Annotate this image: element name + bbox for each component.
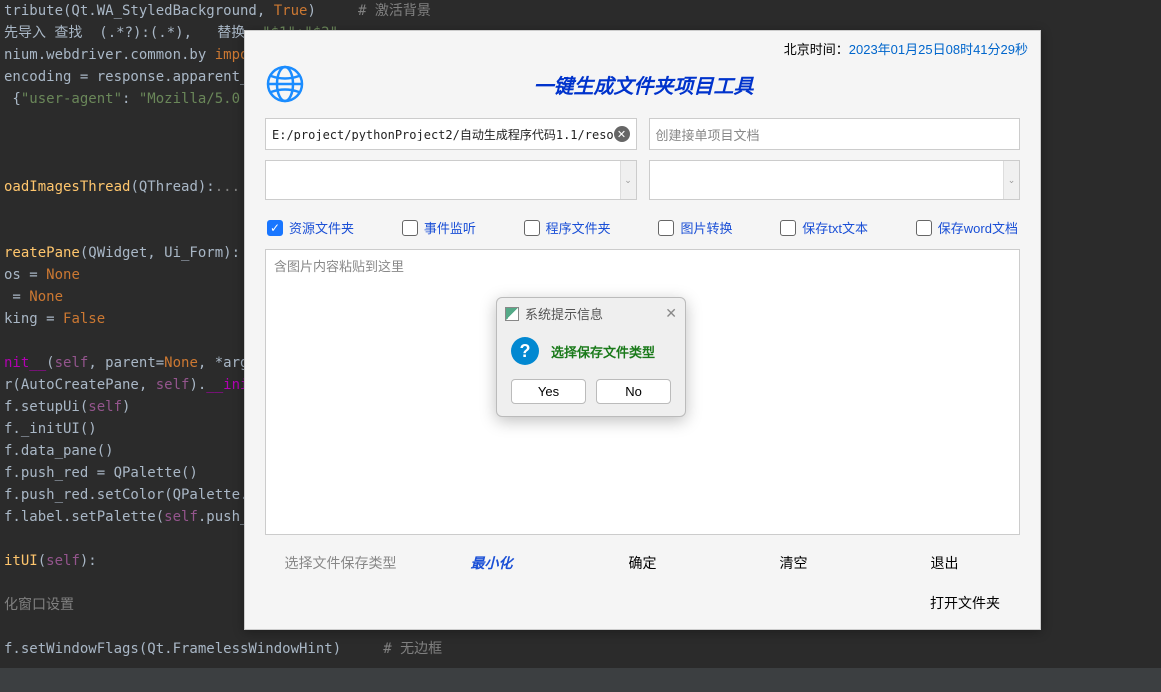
- dialog-body: ? 选择保存文件类型: [497, 329, 685, 375]
- header-time: 北京时间： 2023年01月25日08时41分29秒: [245, 31, 1040, 60]
- checkbox-box[interactable]: [658, 220, 674, 236]
- checkbox-2[interactable]: 程序文件夹: [524, 218, 611, 237]
- dialog-title: 系统提示信息: [525, 304, 603, 323]
- textarea-placeholder: 含图片内容粘贴到这里: [274, 259, 404, 274]
- confirm-button[interactable]: 确定: [567, 549, 718, 577]
- dialog-titlebar: 系统提示信息 ✕: [497, 298, 685, 329]
- checkbox-4[interactable]: 保存txt文本: [780, 218, 868, 237]
- question-icon: ?: [511, 337, 539, 365]
- minimize-button[interactable]: 最小化: [416, 549, 567, 577]
- checkbox-5[interactable]: 保存word文档: [916, 218, 1018, 237]
- bottom-row: 打开文件夹: [245, 583, 1040, 629]
- dialog-buttons: Yes No: [497, 375, 685, 416]
- checkbox-label: 事件监听: [424, 218, 476, 237]
- globe-icon: [265, 64, 305, 104]
- select-type-button[interactable]: 选择文件保存类型: [265, 549, 416, 577]
- checkbox-box[interactable]: ✓: [267, 220, 283, 236]
- dropdown-row: ⌄ ⌄: [245, 154, 1040, 206]
- checkbox-label: 程序文件夹: [546, 218, 611, 237]
- doc-input[interactable]: 创建接单项目文档: [649, 118, 1021, 150]
- dialog-message: 选择保存文件类型: [551, 342, 655, 361]
- checkbox-label: 保存txt文本: [802, 218, 868, 237]
- yes-button[interactable]: Yes: [511, 379, 586, 404]
- doc-placeholder: 创建接单项目文档: [656, 125, 760, 144]
- clear-button[interactable]: 清空: [718, 549, 869, 577]
- open-folder-button[interactable]: 打开文件夹: [930, 593, 1000, 613]
- checkbox-row: ✓ 资源文件夹 事件监听 程序文件夹 图片转换 保存txt文本 保存word文档: [245, 206, 1040, 245]
- exit-button[interactable]: 退出: [869, 549, 1020, 577]
- checkbox-3[interactable]: 图片转换: [658, 218, 732, 237]
- chevron-down-icon: ⌄: [620, 161, 636, 199]
- checkbox-0[interactable]: ✓ 资源文件夹: [267, 218, 354, 237]
- chevron-down-icon: ⌄: [1003, 161, 1019, 199]
- dropdown-left[interactable]: ⌄: [265, 160, 637, 200]
- time-value: 2023年01月25日08时41分29秒: [849, 39, 1028, 58]
- title-row: 一键生成文件夹项目工具: [245, 60, 1040, 114]
- confirm-dialog: 系统提示信息 ✕ ? 选择保存文件类型 Yes No: [496, 297, 686, 417]
- checkbox-label: 图片转换: [680, 218, 732, 237]
- checkbox-box[interactable]: [916, 220, 932, 236]
- checkbox-label: 保存word文档: [938, 218, 1018, 237]
- ide-status-bar: [0, 668, 1161, 692]
- no-button[interactable]: No: [596, 379, 671, 404]
- dialog-app-icon: [505, 307, 519, 321]
- time-label: 北京时间：: [784, 39, 849, 58]
- checkbox-box[interactable]: [524, 220, 540, 236]
- path-input[interactable]: ✕: [265, 118, 637, 150]
- dropdown-right[interactable]: ⌄: [649, 160, 1021, 200]
- checkbox-1[interactable]: 事件监听: [402, 218, 476, 237]
- path-input-field[interactable]: [272, 127, 614, 141]
- action-button-row: 选择文件保存类型 最小化 确定 清空 退出: [245, 539, 1040, 583]
- close-icon[interactable]: ✕: [665, 305, 677, 322]
- checkbox-box[interactable]: [402, 220, 418, 236]
- app-title: 一键生成文件夹项目工具: [317, 70, 1020, 99]
- checkbox-box[interactable]: [780, 220, 796, 236]
- clear-path-icon[interactable]: ✕: [614, 126, 630, 142]
- checkbox-label: 资源文件夹: [289, 218, 354, 237]
- path-input-row: ✕ 创建接单项目文档: [245, 114, 1040, 154]
